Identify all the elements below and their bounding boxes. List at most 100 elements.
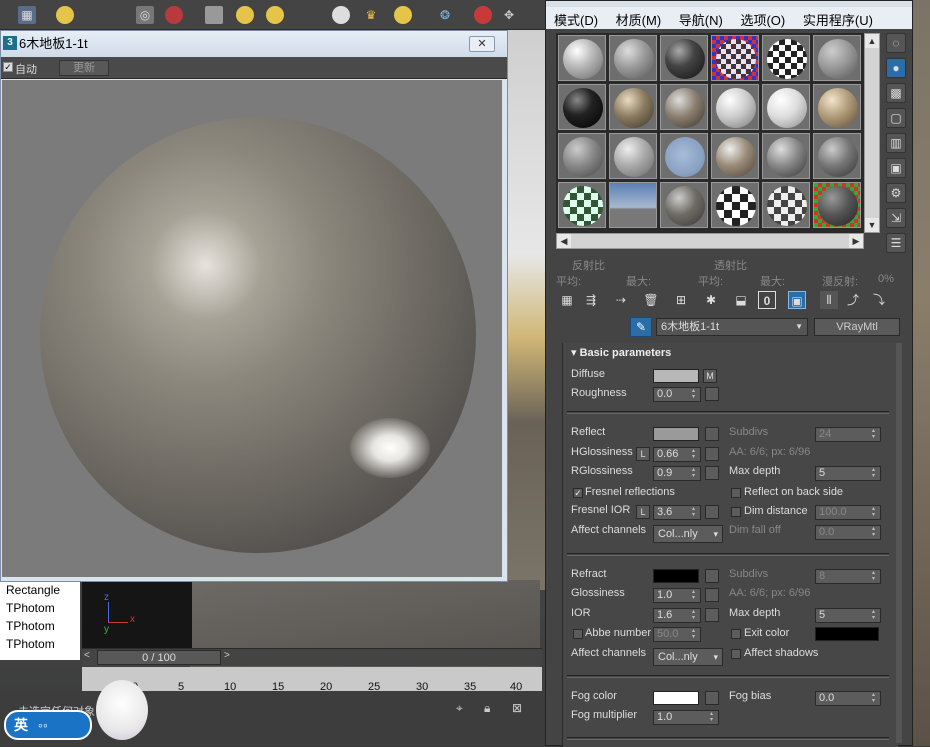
fresnel-reflections-checkbox[interactable]: ✓ bbox=[573, 488, 583, 498]
rollout-header[interactable]: ▾ Basic parameters bbox=[563, 343, 899, 363]
material-slot[interactable] bbox=[813, 84, 861, 130]
material-slot[interactable] bbox=[558, 35, 606, 81]
ime-indicator[interactable]: 英 ◦◦ bbox=[4, 710, 92, 740]
update-button[interactable]: 更新 bbox=[59, 60, 109, 76]
timeline-prev-icon[interactable]: < bbox=[84, 650, 90, 661]
render-teapot-icon[interactable] bbox=[165, 6, 183, 24]
material-slot[interactable] bbox=[609, 35, 657, 81]
slots-horizontal-scrollbar[interactable]: ◀ ▶ bbox=[556, 233, 864, 249]
abbe-number-spinner[interactable]: 50.0 bbox=[653, 627, 701, 642]
close-button[interactable]: ✕ bbox=[469, 36, 495, 52]
material-editor-window[interactable]: 模式(D) 材质(M) 导航(N) 选项(O) 实用程序(U) ▲ ▼ ◀ ▶ … bbox=[545, 0, 913, 747]
refract-color-swatch[interactable] bbox=[653, 569, 699, 583]
slots-vertical-scrollbar[interactable]: ▲ ▼ bbox=[864, 33, 880, 233]
scroll-up-icon[interactable]: ▲ bbox=[865, 34, 879, 48]
material-slot[interactable] bbox=[813, 182, 861, 228]
render-frame-icon[interactable]: ▦ bbox=[18, 6, 36, 24]
dim-distance-checkbox[interactable] bbox=[731, 507, 741, 517]
rglossiness-spinner[interactable]: 0.9 bbox=[653, 466, 701, 481]
exit-color-checkbox[interactable] bbox=[731, 629, 741, 639]
sample-type-icon[interactable]: ◌ bbox=[886, 33, 906, 53]
timeline-ruler[interactable]: 0 5 10 15 20 25 30 35 40 bbox=[82, 667, 542, 693]
fog-multiplier-spinner[interactable]: 1.0 bbox=[653, 710, 719, 725]
material-slot[interactable] bbox=[711, 84, 759, 130]
video-color-check-icon[interactable]: ▥ bbox=[886, 133, 906, 153]
reflect-color-swatch[interactable] bbox=[653, 427, 699, 441]
material-id-icon[interactable]: 0 bbox=[758, 291, 776, 309]
get-material-icon[interactable]: ▦ bbox=[558, 291, 576, 309]
affect-shadows-checkbox[interactable] bbox=[731, 649, 741, 659]
preview-titlebar[interactable]: 3 6木地板1-1t ✕ bbox=[1, 31, 507, 57]
material-slot[interactable] bbox=[813, 35, 861, 81]
backlight-icon[interactable]: ● bbox=[886, 58, 906, 78]
options-icon[interactable]: ⚙ bbox=[886, 183, 906, 203]
material-slot[interactable] bbox=[558, 182, 606, 228]
fog-bias-spinner[interactable]: 0.0 bbox=[815, 691, 881, 706]
material-slot-icon[interactable] bbox=[205, 6, 223, 24]
crown-icon[interactable]: ♛ bbox=[362, 6, 380, 24]
material-slot[interactable] bbox=[711, 182, 759, 228]
fog-color-swatch[interactable] bbox=[653, 691, 699, 705]
menu-navigation[interactable]: 导航(N) bbox=[671, 7, 729, 29]
material-slot[interactable] bbox=[660, 35, 708, 81]
material-preview-window[interactable]: 3 6木地板1-1t ✕ ✓ 自动 更新 bbox=[0, 30, 508, 582]
material-slot[interactable] bbox=[711, 133, 759, 179]
roughness-map-button[interactable] bbox=[705, 387, 719, 401]
show-end-result-icon[interactable]: ⫴ bbox=[820, 291, 838, 309]
dim-distance-spinner[interactable]: 100.0 bbox=[815, 505, 881, 520]
selection-icon[interactable]: ⊠ bbox=[512, 701, 522, 715]
fresnel-ior-map-button[interactable] bbox=[705, 505, 719, 519]
select-by-material-icon[interactable]: ⇲ bbox=[886, 208, 906, 228]
auto-update-checkbox[interactable]: ✓ bbox=[3, 62, 13, 72]
material-slot[interactable] bbox=[762, 35, 810, 81]
go-to-parent-icon[interactable]: ⤴ bbox=[844, 291, 862, 309]
scroll-right-icon[interactable]: ▶ bbox=[849, 234, 863, 248]
camera-icon[interactable]: ◎ bbox=[136, 6, 154, 24]
menu-utilities[interactable]: 实用程序(U) bbox=[795, 7, 879, 29]
light-icon[interactable] bbox=[266, 6, 284, 24]
refract-map-button[interactable] bbox=[705, 569, 719, 583]
omni-light-icon[interactable] bbox=[394, 6, 412, 24]
scroll-left-icon[interactable]: ◀ bbox=[557, 234, 571, 248]
material-slot[interactable] bbox=[762, 133, 810, 179]
material-slot[interactable] bbox=[813, 133, 861, 179]
diffuse-map-button[interactable]: M bbox=[703, 369, 717, 383]
material-slot[interactable] bbox=[660, 182, 708, 228]
reflect-affect-channels-dropdown[interactable]: Col...nly bbox=[653, 525, 723, 543]
make-unique-icon[interactable]: ✱ bbox=[702, 291, 720, 309]
sample-uv-icon[interactable]: ▢ bbox=[886, 108, 906, 128]
material-slot[interactable] bbox=[558, 84, 606, 130]
material-name-dropdown[interactable]: 6木地板1-1t ▼ bbox=[656, 318, 808, 336]
snap-icon[interactable]: ⌖ bbox=[456, 701, 463, 716]
rglossiness-map-button[interactable] bbox=[705, 466, 719, 480]
ior-map-button[interactable] bbox=[705, 608, 719, 622]
reflect-map-button[interactable] bbox=[705, 427, 719, 441]
diffuse-color-swatch[interactable] bbox=[653, 369, 699, 383]
put-to-scene-icon[interactable]: ⇶ bbox=[582, 291, 600, 309]
menu-options[interactable]: 选项(O) bbox=[732, 7, 791, 29]
material-slot[interactable] bbox=[558, 133, 606, 179]
exit-color-swatch[interactable] bbox=[815, 627, 879, 641]
refract-affect-channels-dropdown[interactable]: Col...nly bbox=[653, 648, 723, 666]
refract-glossiness-spinner[interactable]: 1.0 bbox=[653, 588, 701, 603]
scroll-down-icon[interactable]: ▼ bbox=[865, 218, 879, 232]
hglossiness-spinner[interactable]: 0.66 bbox=[653, 447, 701, 462]
assign-material-icon[interactable]: ⇢ bbox=[612, 291, 630, 309]
preview-canvas[interactable] bbox=[2, 80, 502, 577]
refract-subdivs-spinner[interactable]: 8 bbox=[815, 569, 881, 584]
sphere-icon[interactable] bbox=[474, 6, 492, 24]
material-slot[interactable] bbox=[762, 84, 810, 130]
material-type-button[interactable]: VRayMtl bbox=[814, 318, 900, 336]
material-slot[interactable] bbox=[762, 182, 810, 228]
put-to-library-icon[interactable]: ⬓ bbox=[732, 291, 750, 309]
material-slot[interactable] bbox=[609, 84, 657, 130]
material-navigator-icon[interactable]: ☰ bbox=[886, 233, 906, 253]
axis-mini-viewport[interactable]: z x y bbox=[82, 580, 192, 648]
refract-glossiness-map-button[interactable] bbox=[705, 588, 719, 602]
make-copy-icon[interactable]: ⊞ bbox=[672, 291, 690, 309]
go-forward-sibling-icon[interactable]: ⤵ bbox=[870, 291, 888, 309]
rollout-scrollbar[interactable] bbox=[896, 343, 902, 743]
material-slot[interactable] bbox=[660, 84, 708, 130]
material-slot[interactable] bbox=[609, 182, 657, 228]
move-icon[interactable]: ✥ bbox=[500, 6, 518, 24]
